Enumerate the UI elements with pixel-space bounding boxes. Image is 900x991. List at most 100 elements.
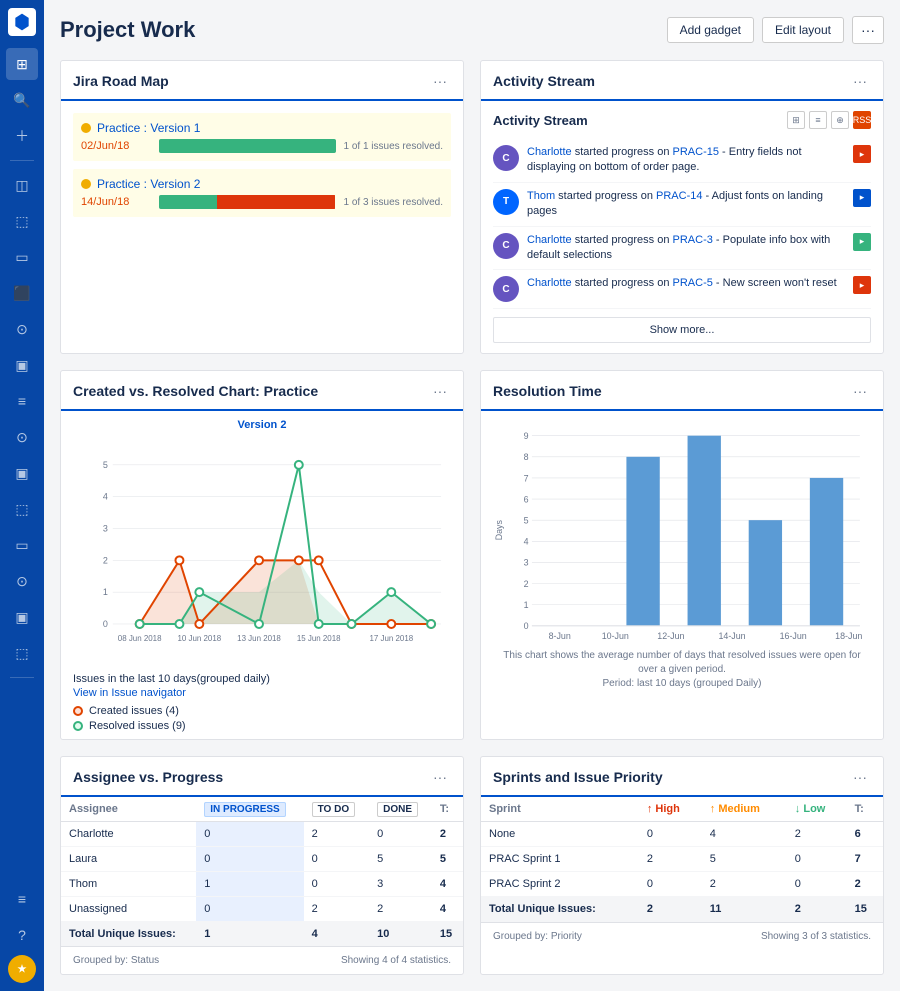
sidebar-issues-icon[interactable]: ▭ <box>6 241 38 273</box>
sidebar-versions-icon[interactable]: ▣ <box>6 457 38 489</box>
res-bar-12jun <box>626 457 659 626</box>
col-assignee-header: Assignee <box>61 797 196 822</box>
legend-created: Created issues (4) <box>73 705 451 717</box>
assignee-name-laura: Laura <box>61 847 196 872</box>
chart-green-dot-2 <box>175 620 183 628</box>
assignee-todo-thom: 0 <box>304 872 370 897</box>
assignee-inprogress-laura: 0 <box>196 847 303 872</box>
activity-status-2: ▸ <box>853 189 871 207</box>
sidebar-settings2-icon[interactable]: ⬚ <box>6 493 38 525</box>
sidebar-components-icon[interactable]: ⊙ <box>6 421 38 453</box>
resolution-gadget: Resolution Time ··· Days <box>480 370 884 740</box>
sidebar-projects-icon[interactable]: ⬚ <box>6 205 38 237</box>
sidebar-divider-1 <box>10 160 34 161</box>
activity-view-list-icon[interactable]: ≡ <box>809 111 827 129</box>
col-inprogress-header: IN PROGRESS <box>196 797 303 822</box>
activity-issue-3[interactable]: PRAC-3 <box>673 234 713 246</box>
sprint-total-label: Total Unique Issues: <box>481 897 639 922</box>
assignee-footer-grouped: Grouped by: Status <box>73 955 159 966</box>
activity-user-4[interactable]: Charlotte <box>527 277 572 289</box>
activity-issue-2[interactable]: PRAC-14 <box>656 190 702 202</box>
roadmap-version1-bar <box>159 139 336 153</box>
sidebar-board-icon[interactable]: ◫ <box>6 169 38 201</box>
sprints-footer-grouped: Grouped by: Priority <box>493 931 582 942</box>
col-high-header: ↑ High <box>639 797 702 822</box>
chart-red-dot-2 <box>175 557 183 565</box>
roadmap-version1-date: 02/Jun/18 <box>81 140 151 152</box>
header-actions: Add gadget Edit layout ··· <box>667 16 884 44</box>
sidebar-release-icon[interactable]: ▣ <box>6 601 38 633</box>
activity-view-grid-icon[interactable]: ⊕ <box>831 111 849 129</box>
sidebar-search-icon[interactable]: 🔍 <box>6 84 38 116</box>
roadmap-gadget: Jira Road Map ··· Practice : Version 1 0… <box>60 60 464 354</box>
version2-dot <box>81 179 91 189</box>
assignee-name-unassigned: Unassigned <box>61 897 196 922</box>
sidebar-team-icon[interactable]: ⊙ <box>6 565 38 597</box>
activity-text-3: Charlotte started progress on PRAC-3 - P… <box>527 233 845 264</box>
legend-resolved-dot <box>73 721 83 731</box>
activity-user-1[interactable]: Charlotte <box>527 146 572 158</box>
sidebar-pages-icon[interactable]: ▣ <box>6 349 38 381</box>
roadmap-version2-bar <box>159 195 336 209</box>
activity-user-3[interactable]: Charlotte <box>527 234 572 246</box>
svg-text:4: 4 <box>524 537 529 547</box>
chart-container: Version 2 5 4 3 2 1 0 <box>61 411 463 665</box>
resolution-title: Resolution Time <box>493 383 602 399</box>
app-logo[interactable] <box>8 8 36 36</box>
svg-text:2: 2 <box>524 579 529 589</box>
activity-issue-4[interactable]: PRAC-5 <box>673 277 713 289</box>
assignee-footer-showing: Showing 4 of 4 statistics. <box>341 955 451 966</box>
roadmap-version2-red <box>217 195 335 209</box>
svg-text:1: 1 <box>103 587 108 597</box>
roadmap-menu-button[interactable]: ··· <box>429 71 451 91</box>
sidebar-reports-icon[interactable]: ⊙ <box>6 313 38 345</box>
activity-view-rss-icon[interactable]: RSS <box>853 111 871 129</box>
chart-green-dot-6 <box>315 620 323 628</box>
svg-text:10 Jun 2018: 10 Jun 2018 <box>177 634 221 643</box>
activity-user-2[interactable]: Thom <box>527 190 555 202</box>
roadmap-version2-resolved: 1 of 3 issues resolved. <box>344 197 444 208</box>
chart-issues-label: Issues in the last 10 days(grouped daily… <box>73 673 451 685</box>
view-navigator-link[interactable]: View in Issue navigator <box>73 687 451 699</box>
add-gadget-button[interactable]: Add gadget <box>667 17 754 43</box>
sidebar: ⊞ 🔍 ＋ ◫ ⬚ ▭ ⬛ ⊙ ▣ ≡ ⊙ ▣ ⬚ ▭ ⊙ ▣ ⬚ ≡ ? ★ <box>0 0 44 991</box>
chart-legend: Issues in the last 10 days(grouped daily… <box>61 665 463 739</box>
assignee-todo-laura: 0 <box>304 847 370 872</box>
chart-subtitle: Version 2 <box>73 419 451 431</box>
activity-view-table-icon[interactable]: ⊞ <box>787 111 805 129</box>
activity-issue-1[interactable]: PRAC-15 <box>673 146 719 158</box>
chart-menu-button[interactable]: ··· <box>429 381 451 401</box>
sprint-total-none: 6 <box>847 822 883 847</box>
roadmap-version1-bar-row: 02/Jun/18 1 of 1 issues resolved. <box>81 139 443 153</box>
sidebar-list-icon[interactable]: ≡ <box>6 385 38 417</box>
sidebar-home-icon[interactable]: ⊞ <box>6 48 38 80</box>
sprint-high-none: 0 <box>639 822 702 847</box>
sidebar-sprint-icon[interactable]: ⬚ <box>6 637 38 669</box>
sidebar-backlog-icon[interactable]: ⬛ <box>6 277 38 309</box>
activity-avatar-3: C <box>493 233 519 259</box>
assignee-menu-button[interactable]: ··· <box>429 767 451 787</box>
show-more-button[interactable]: Show more... <box>493 317 871 343</box>
sidebar-create-icon[interactable]: ＋ <box>6 120 38 152</box>
sprint-high-1: 2 <box>639 847 702 872</box>
roadmap-version1-green <box>159 139 336 153</box>
sidebar-menu-icon[interactable]: ≡ <box>6 883 38 915</box>
more-options-button[interactable]: ··· <box>852 16 884 44</box>
resolution-menu-button[interactable]: ··· <box>849 381 871 401</box>
svg-text:Days: Days <box>494 520 504 541</box>
sidebar-bottom: ≡ ? ★ <box>6 883 38 983</box>
roadmap-version2-bar-row: 14/Jun/18 1 of 3 issues resolved. <box>81 195 443 209</box>
sidebar-user-icon[interactable]: ★ <box>8 955 36 983</box>
sidebar-divider-2 <box>10 677 34 678</box>
sprint-row-2: PRAC Sprint 2 0 2 0 2 <box>481 872 883 897</box>
sprints-menu-button[interactable]: ··· <box>849 767 871 787</box>
resolution-header: Resolution Time ··· <box>481 371 883 411</box>
chart-green-dot-7 <box>348 620 356 628</box>
svg-text:18-Jun: 18-Jun <box>835 631 862 641</box>
activity-menu-button[interactable]: ··· <box>849 71 871 91</box>
edit-layout-button[interactable]: Edit layout <box>762 17 844 43</box>
activity-header: Activity Stream ··· <box>481 61 883 101</box>
sprints-title: Sprints and Issue Priority <box>493 769 663 785</box>
sidebar-filter-icon[interactable]: ▭ <box>6 529 38 561</box>
sprint-total-medium: 11 <box>702 897 787 922</box>
